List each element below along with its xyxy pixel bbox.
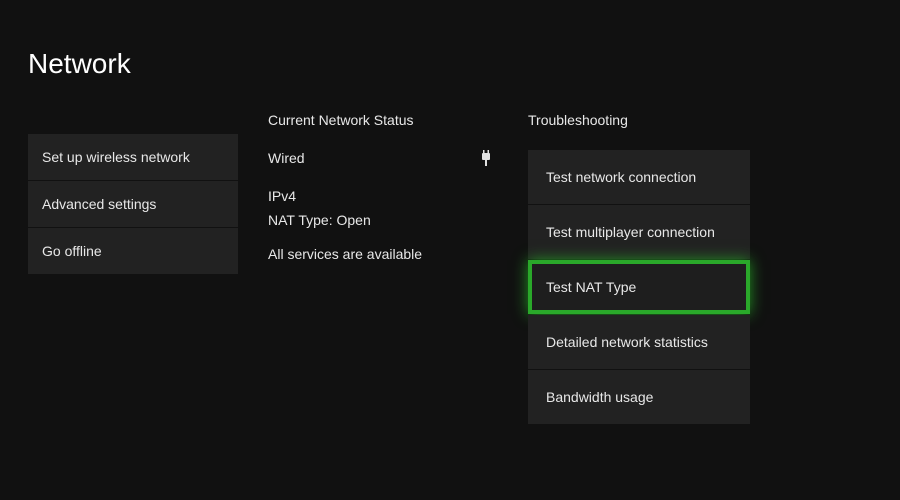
- services-status-label: All services are available: [268, 246, 498, 262]
- connection-type-row: Wired: [268, 150, 498, 166]
- advanced-settings-button[interactable]: Advanced settings: [28, 181, 238, 227]
- network-status-panel: Current Network Status Wired IPv4 NAT Ty…: [268, 112, 498, 424]
- test-network-connection-button[interactable]: Test network connection: [528, 150, 750, 204]
- detailed-network-statistics-button[interactable]: Detailed network statistics: [528, 315, 750, 369]
- wired-plug-icon: [480, 150, 492, 166]
- go-offline-button[interactable]: Go offline: [28, 228, 238, 274]
- test-nat-type-button[interactable]: Test NAT Type: [528, 260, 750, 314]
- page-title: Network: [0, 0, 900, 80]
- troubleshooting-list: Test network connectionTest multiplayer …: [528, 150, 750, 424]
- connection-type-label: Wired: [268, 150, 305, 166]
- troubleshooting-panel: Troubleshooting Test network connectionT…: [528, 112, 750, 424]
- left-menu: Set up wireless networkAdvanced settings…: [28, 134, 238, 424]
- setup-wireless-button[interactable]: Set up wireless network: [28, 134, 238, 180]
- content-area: Set up wireless networkAdvanced settings…: [0, 80, 900, 424]
- bandwidth-usage-button[interactable]: Bandwidth usage: [528, 370, 750, 424]
- status-header: Current Network Status: [268, 112, 498, 128]
- nat-type-label: NAT Type: Open: [268, 212, 498, 228]
- troubleshooting-header: Troubleshooting: [528, 112, 750, 128]
- ip-version-label: IPv4: [268, 188, 498, 204]
- test-multiplayer-connection-button[interactable]: Test multiplayer connection: [528, 205, 750, 259]
